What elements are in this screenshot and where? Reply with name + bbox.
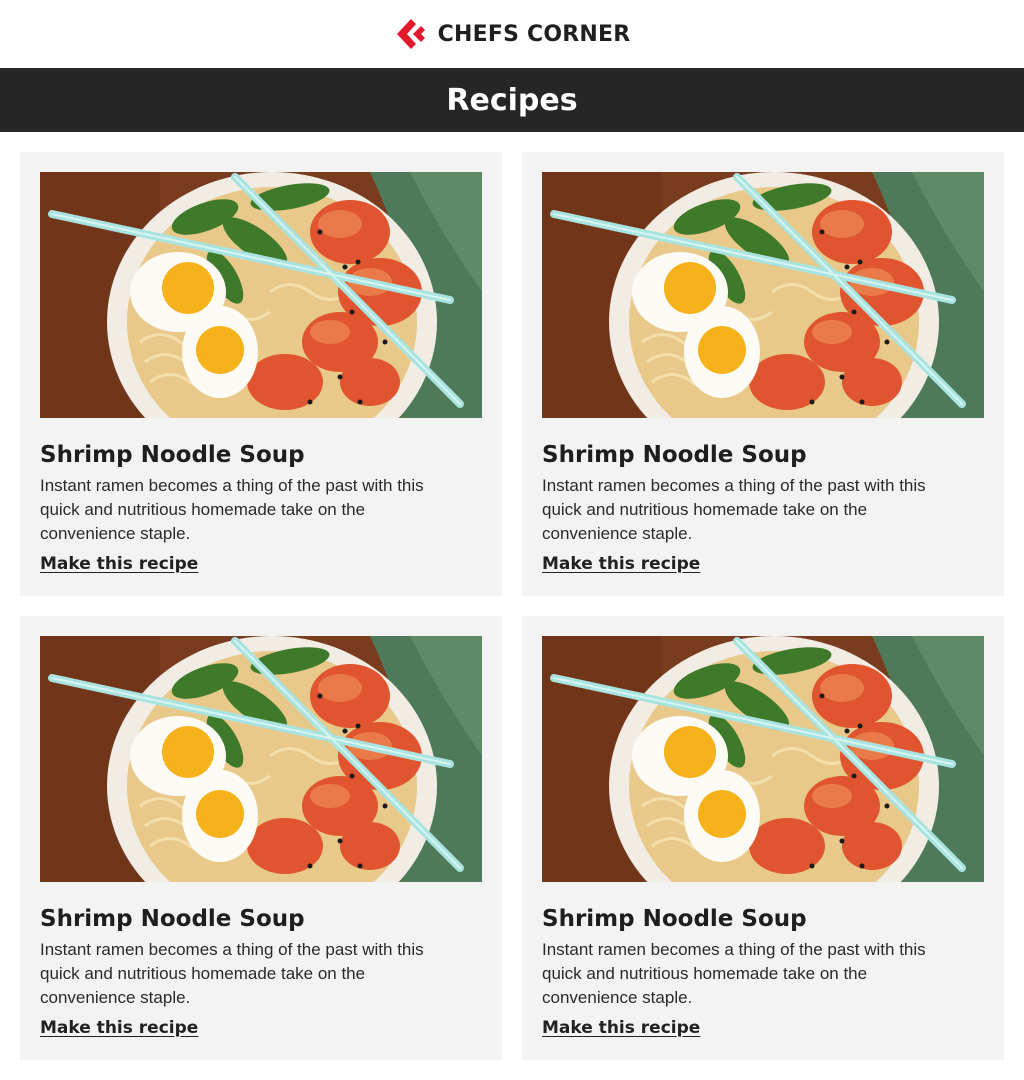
recipe-card: Shrimp Noodle Soup Instant ramen becomes… [522,152,1004,596]
recipe-card: Shrimp Noodle Soup Instant ramen becomes… [20,616,502,1060]
recipe-title: Shrimp Noodle Soup [542,442,807,468]
site-header: CHEFS CORNER [0,0,1024,68]
recipe-grid: Shrimp Noodle Soup Instant ramen becomes… [20,152,1004,1060]
brand-name[interactable]: CHEFS CORNER [438,22,631,47]
recipe-image[interactable] [542,172,984,418]
recipe-image[interactable] [40,172,482,418]
recipe-card: Shrimp Noodle Soup Instant ramen becomes… [20,152,502,596]
recipe-title: Shrimp Noodle Soup [542,906,807,932]
make-recipe-link[interactable]: Make this recipe [542,1018,700,1038]
recipe-image[interactable] [542,636,984,882]
recipe-description: Instant ramen becomes a thing of the pas… [40,940,424,1007]
recipe-card: Shrimp Noodle Soup Instant ramen becomes… [522,616,1004,1060]
page-title: Recipes [446,82,578,118]
recipe-title: Shrimp Noodle Soup [40,906,305,932]
make-recipe-link[interactable]: Make this recipe [542,554,700,574]
chevron-double-left-logo-icon[interactable] [394,17,428,51]
recipe-description: Instant ramen becomes a thing of the pas… [542,940,926,1007]
make-recipe-link[interactable]: Make this recipe [40,1018,198,1038]
recipe-title: Shrimp Noodle Soup [40,442,305,468]
recipe-image[interactable] [40,636,482,882]
page-title-bar: Recipes [0,68,1024,132]
recipe-description: Instant ramen becomes a thing of the pas… [40,476,424,543]
recipe-description: Instant ramen becomes a thing of the pas… [542,476,926,543]
make-recipe-link[interactable]: Make this recipe [40,554,198,574]
